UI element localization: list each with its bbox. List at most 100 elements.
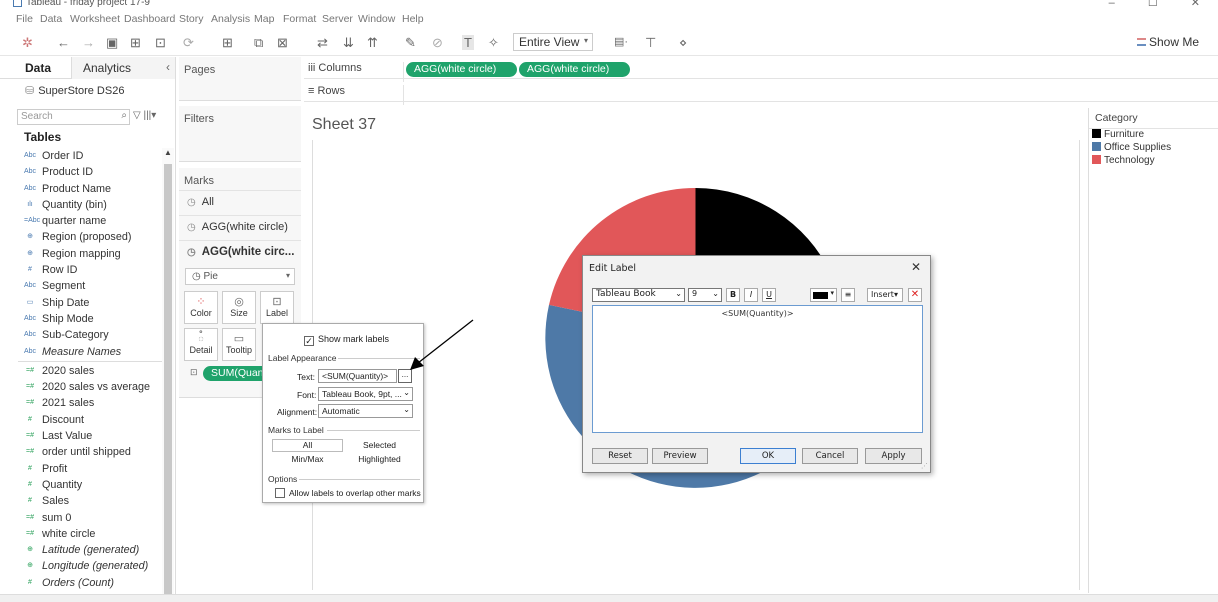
insert-button[interactable]: Insert▾ — [867, 288, 903, 302]
group-members-icon[interactable]: ⊘ — [432, 35, 443, 51]
field-item[interactable]: Abc Measure Names — [0, 344, 162, 360]
view-options-icon[interactable]: |||▾ — [143, 110, 156, 121]
marks-option-highlighted[interactable]: Highlighted — [345, 454, 414, 464]
detail-button[interactable]: ఄ Detail — [184, 328, 218, 361]
field-item[interactable]: ⊕ Region mapping — [0, 246, 162, 262]
sort-descending-icon[interactable]: ⇈ — [367, 35, 378, 51]
bold-button[interactable]: B — [726, 288, 740, 302]
field-item[interactable]: Abc Product ID — [0, 164, 162, 180]
font-dropdown[interactable]: Tableau Book, 9pt, ... ⌄ — [318, 387, 413, 401]
field-item[interactable]: =# 2020 sales — [0, 363, 162, 379]
color-button[interactable]: ⁘ Color — [184, 291, 218, 324]
menu-dashboard[interactable]: Dashboard — [124, 13, 175, 25]
maximize-button[interactable]: ☐ — [1148, 0, 1158, 9]
font-color-button[interactable]: ▾ — [810, 288, 837, 302]
menu-format[interactable]: Format — [283, 13, 316, 25]
tooltip-button[interactable]: ▭ Tooltip — [222, 328, 256, 361]
ok-button[interactable]: OK — [740, 448, 796, 464]
field-item[interactable]: =# Last Value — [0, 428, 162, 444]
resize-grip-icon[interactable]: ⋰ — [921, 462, 928, 470]
field-item[interactable]: =# order until shipped — [0, 444, 162, 460]
tab-analytics[interactable]: Analytics ‹ — [71, 57, 175, 79]
field-item[interactable]: ⊕ Latitude (generated) — [0, 542, 162, 558]
field-item[interactable]: ılı Quantity (bin) — [0, 197, 162, 213]
tableau-home-icon[interactable]: ✲ — [22, 35, 33, 51]
marks-option-all[interactable]: All — [272, 439, 343, 452]
datasource-item[interactable]: ⛁ SuperStore DS26 — [25, 84, 124, 97]
fix-axes-icon[interactable]: ✧ — [488, 35, 499, 51]
field-item[interactable]: ⊕ Region (proposed) — [0, 229, 162, 245]
mark-type-dropdown[interactable]: ◷ Pie ▾ — [185, 268, 295, 285]
apply-button[interactable]: Apply — [865, 448, 922, 464]
clear-formatting-icon[interactable]: ✕ — [908, 288, 922, 302]
field-item[interactable]: =Abc quarter name — [0, 213, 162, 229]
duplicate-sheet-icon[interactable]: ⧉ — [254, 35, 263, 51]
filters-card[interactable]: Filters — [179, 106, 301, 162]
marks-option-selected[interactable]: Selected — [345, 440, 414, 450]
pause-updates-icon[interactable]: ⊡ — [155, 35, 166, 51]
sheet-title[interactable]: Sheet 37 — [312, 116, 376, 134]
field-item[interactable]: ⊕ Longitude (generated) — [0, 558, 162, 574]
marks-option-minmax[interactable]: Min/Max — [272, 454, 343, 464]
align-left-button[interactable]: ≡ — [841, 288, 855, 302]
legend-item-technology[interactable]: Technology — [1092, 155, 1155, 166]
column-pill-white-circle-1[interactable]: AGG(white circle) — [406, 62, 517, 77]
field-item[interactable]: ▭ Ship Date — [0, 295, 162, 311]
redo-icon[interactable]: → — [82, 35, 95, 50]
menu-file[interactable]: File — [16, 13, 33, 25]
field-item[interactable]: # Row ID — [0, 262, 162, 278]
refresh-icon[interactable]: ⟳ — [183, 35, 194, 51]
clear-sheet-icon[interactable]: ⊠ — [277, 35, 288, 51]
show-cards-icon[interactable]: ▤· — [614, 35, 628, 48]
column-pill-white-circle-2[interactable]: AGG(white circle) — [519, 62, 630, 77]
field-list-scrollbar[interactable]: ▲ ▼ — [162, 148, 174, 602]
field-item[interactable]: # Discount — [0, 412, 162, 428]
highlight-icon[interactable]: ✎ — [405, 35, 416, 51]
close-icon[interactable]: ✕ — [911, 260, 921, 274]
menu-help[interactable]: Help — [402, 13, 424, 25]
field-item[interactable]: # Orders (Count) — [0, 575, 162, 591]
menu-map[interactable]: Map — [254, 13, 274, 25]
reset-button[interactable]: Reset — [592, 448, 648, 464]
minimize-button[interactable]: – — [1109, 0, 1115, 9]
field-item[interactable]: # Quantity — [0, 477, 162, 493]
show-me-button[interactable]: Show Me — [1137, 35, 1199, 49]
scroll-up-icon[interactable]: ▲ — [164, 148, 172, 157]
field-item[interactable]: Abc Order ID — [0, 148, 162, 164]
text-field[interactable]: <SUM(Quantity)> — [318, 369, 397, 383]
share-workbook-icon[interactable]: ⋄ — [679, 35, 687, 51]
field-item[interactable]: =# 2021 sales — [0, 395, 162, 411]
collapse-pane-icon[interactable]: ‹ — [166, 60, 170, 74]
preview-button[interactable]: Preview — [652, 448, 708, 464]
show-mark-labels-icon[interactable]: T — [462, 35, 474, 50]
field-item[interactable]: Abc Segment — [0, 278, 162, 294]
tab-data[interactable]: Data — [25, 61, 51, 75]
sort-ascending-icon[interactable]: ⇊ — [343, 35, 354, 51]
filter-icon[interactable]: ▽ — [133, 110, 141, 121]
new-worksheet-icon[interactable]: ⊞ — [222, 35, 233, 51]
label-button[interactable]: ⊡ Label — [260, 291, 294, 324]
marks-layer-2[interactable]: ◷ AGG(white circ... — [179, 240, 301, 264]
new-datasource-icon[interactable]: ⊞ — [130, 35, 141, 51]
marks-all[interactable]: ◷ All — [179, 190, 301, 214]
alignment-dropdown[interactable]: Automatic ⌄ — [318, 404, 413, 418]
menu-data[interactable]: Data — [40, 13, 62, 25]
menu-server[interactable]: Server — [322, 13, 353, 25]
field-item[interactable]: =# 2020 sales vs average — [0, 379, 162, 395]
field-item[interactable]: Abc Ship Mode — [0, 311, 162, 327]
close-window-button[interactable]: ✕ — [1191, 0, 1200, 9]
field-item[interactable]: Abc Sub-Category — [0, 327, 162, 343]
show-mark-labels-checkbox[interactable]: ✓ Show mark labels — [304, 334, 389, 346]
underline-button[interactable]: U — [762, 288, 776, 302]
label-text-editor[interactable]: <SUM(Quantity)> — [592, 305, 923, 433]
marks-layer-1[interactable]: ◷ AGG(white circle) — [179, 215, 301, 239]
menu-window[interactable]: Window — [358, 13, 395, 25]
columns-shelf[interactable]: iii Columns AGG(white circle) AGG(white … — [304, 59, 1218, 82]
font-size-dropdown[interactable]: 9 ⌄ — [688, 288, 722, 302]
menu-analysis[interactable]: Analysis — [211, 13, 250, 25]
field-item[interactable]: # Profit — [0, 461, 162, 477]
field-item[interactable]: =# white circle — [0, 526, 162, 542]
menu-worksheet[interactable]: Worksheet — [70, 13, 120, 25]
scrollbar-thumb[interactable] — [164, 164, 172, 594]
allow-overlap-checkbox[interactable]: Allow labels to overlap other marks — [275, 488, 421, 498]
